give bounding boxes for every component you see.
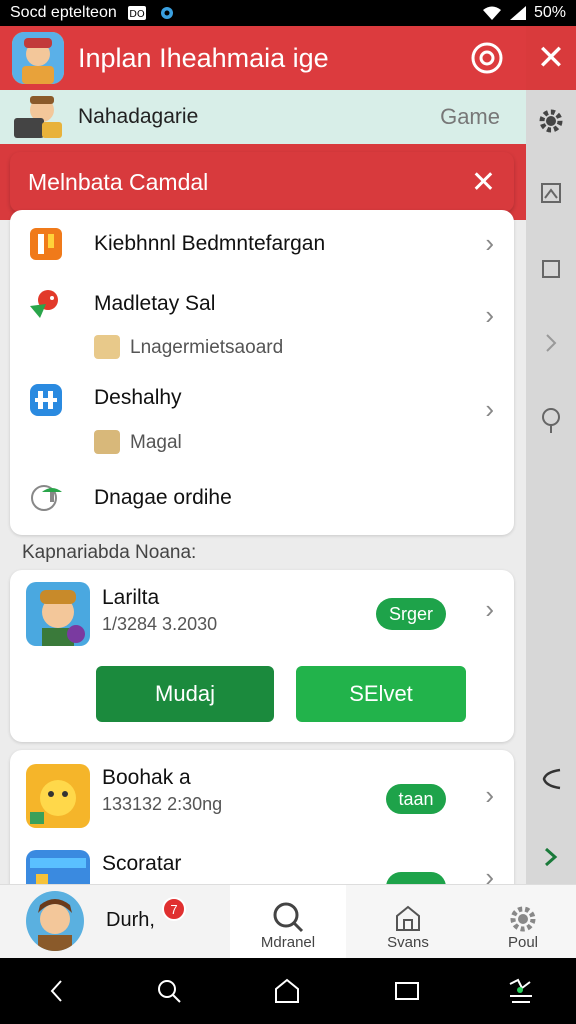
game-title: Larilta [102,586,160,609]
menu-item-subtitle: Magal [130,432,182,453]
status-text: Socd eptelteon [10,4,117,21]
user-avatar [14,96,62,138]
chevron-right-icon[interactable] [526,318,576,368]
notification-icon: DO [127,6,146,20]
user-name: Nahadagarie [78,105,199,128]
sync-icon [160,7,173,19]
chevron-right-icon: › [485,394,494,424]
profile-name: Durh, [106,909,155,931]
chevron-right-green-icon[interactable] [526,832,576,882]
menu-item[interactable]: Kiebhnnl Bedmntefargan › [10,210,514,274]
menu-item[interactable]: Deshalhy Magal › [10,368,514,462]
menu-item-title: Dnagae ordihe [94,486,232,509]
grid-app-icon [30,384,62,416]
tab-settings[interactable]: Poul [470,885,576,959]
home-icon[interactable] [270,974,304,1008]
game-list-card: Boohak a 133132 2:30ng taan › Scoratar › [10,750,514,890]
target-icon[interactable] [470,41,504,75]
menu-item-title: Deshalhy [94,386,182,409]
game-meta: 133132 2:30ng [102,794,223,814]
search-icon[interactable] [152,974,186,1008]
recents-icon[interactable] [390,974,424,1008]
assistant-icon[interactable] [504,974,538,1008]
app-header: Inplan Iheahmaia ige [0,26,526,90]
app-logo [12,32,64,84]
menu-card: Kiebhnnl Bedmntefargan › Madletay Sal Ln… [10,210,514,535]
pin-icon[interactable] [526,396,576,446]
chevron-right-icon: › [485,780,494,810]
game-link[interactable]: Game [440,104,500,130]
menu-item-title: Kiebhnnl Bedmntefargan [94,232,326,255]
primary-button[interactable]: Mudaj [96,666,274,722]
notification-badge: 7 [162,897,186,921]
game-title: Boohak a [102,766,191,789]
folder-icon [94,335,120,359]
featured-game-card: Larilta 1/3284 3.2030 Srger › Mudaj SElv… [10,570,514,742]
signal-icon [509,6,526,20]
game-meta: 1/3284 3.2030 [102,614,218,634]
menu-item-subtitle: Lnagermietsaoard [130,337,284,358]
user-subbar[interactable]: Nahadagarie Game [0,90,526,144]
side-rail: ✕ [526,26,576,958]
profile-avatar [26,891,84,951]
tab-search[interactable]: Mdranel [230,885,346,959]
banner-close-icon[interactable]: ✕ [471,165,496,200]
menu-item-title: Madletay Sal [94,292,216,315]
game-avatar [26,582,90,646]
search-icon [273,902,304,933]
back-icon[interactable] [40,974,74,1008]
square-icon[interactable] [526,244,576,294]
system-navigation [0,958,576,1024]
chevron-right-icon: › [485,300,494,330]
tab-label: Poul [507,934,539,951]
mushroom-icon [31,485,62,511]
section-label: Kapnariabda Noana: [22,542,197,563]
photo-icon [94,430,120,454]
chevron-right-icon: › [485,228,494,258]
app-tile-icon [30,228,62,260]
status-pill[interactable]: taan [386,784,446,814]
secondary-button[interactable]: SElvet [296,666,466,722]
status-bar: Socd eptelteon DO 50% [0,0,576,26]
settings-gear-icon[interactable] [526,96,576,146]
battery-level: 50% [533,4,566,21]
image-icon[interactable] [526,168,576,218]
gear-icon [510,906,536,932]
svg-text:DO: DO [129,9,145,20]
profile-tab[interactable]: Durh, 7 [0,885,230,959]
menu-item[interactable]: Dnagae ordihe [10,462,514,535]
tab-label: Mdranel [260,934,316,951]
game-title: Scoratar [102,852,182,875]
wifi-icon [482,6,501,20]
app-title: Inplan Iheahmaia ige [78,42,329,73]
close-icon[interactable]: ✕ [526,26,576,90]
back-arrow-icon[interactable] [526,754,576,804]
game-avatar [26,764,90,828]
home-icon [396,905,420,931]
tab-label: Svans [387,934,429,951]
banner-title: Melnbata Camdal [28,168,209,195]
menu-item[interactable]: Madletay Sal Lnagermietsaoard › [10,274,514,368]
parrot-icon [30,290,58,318]
chevron-right-icon: › [485,594,494,624]
notification-banner: Melnbata Camdal ✕ [10,152,514,212]
status-pill[interactable]: Srger [376,598,446,630]
tab-home[interactable]: Svans [346,885,470,959]
bottom-navigation: Durh, 7 Mdranel Svans Poul [0,884,576,959]
